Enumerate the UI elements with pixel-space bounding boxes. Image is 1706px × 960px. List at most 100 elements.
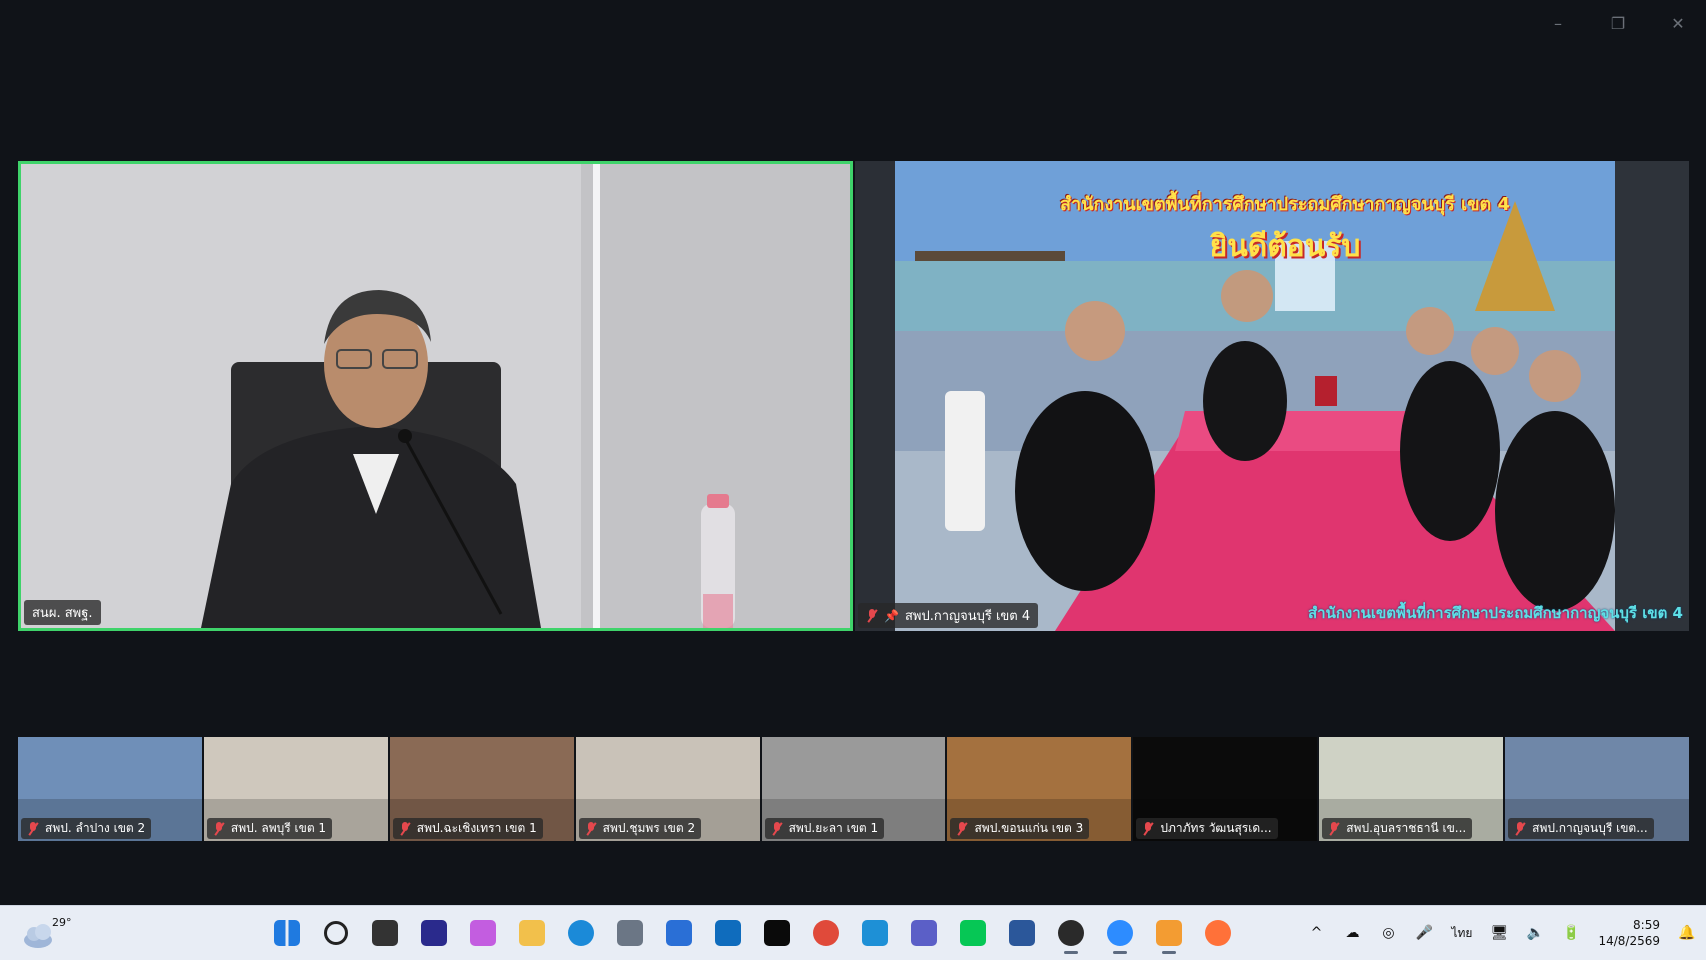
dropbox-glyph	[764, 920, 790, 946]
participant-name-tag: สพป.อุบลราชธานี เข...	[1322, 818, 1473, 839]
participant-name: สพป.กาญจนบุรี เขต...	[1532, 821, 1648, 835]
edge-glyph	[568, 920, 594, 946]
start-glyph	[274, 920, 300, 946]
notification-bell-icon[interactable]: 🔔	[1678, 924, 1696, 942]
pin-icon: 📌	[884, 608, 899, 623]
chevron-up-icon[interactable]: ^	[1307, 924, 1325, 942]
restore-button[interactable]: ❐	[1608, 14, 1628, 33]
participant-name-tag: สพป.ขอนแก่น เขต 3	[950, 818, 1090, 839]
video-tile-speaker[interactable]: สนผ. สพฐ.	[18, 161, 853, 631]
video-tile-room[interactable]: สำนักงานเขตพื้นที่การศึกษาประถมศึกษากาญจ…	[855, 161, 1689, 631]
line-icon[interactable]	[954, 914, 992, 952]
mic-muted-icon	[585, 821, 597, 836]
settings-glyph	[617, 920, 643, 946]
line-glyph	[960, 920, 986, 946]
window-controls: – ❐ ✕	[1548, 14, 1688, 33]
mic-muted-icon	[1514, 821, 1526, 836]
participant-name: สพป.ฉะเชิงเทรา เขต 1	[416, 821, 537, 835]
firefox-icon[interactable]	[1199, 914, 1237, 952]
chrome-glyph	[813, 920, 839, 946]
system-tray: ^ ☁ ◎ 🎤 ไทย 🖥 🔈 🔋 8:59 14/8/2569 🔔	[1307, 906, 1696, 960]
outlook-icon[interactable]	[709, 914, 747, 952]
task-view-glyph	[372, 920, 398, 946]
start-icon[interactable]	[268, 914, 306, 952]
network-error-icon[interactable]: ◎	[1379, 924, 1397, 942]
teams-glyph	[911, 920, 937, 946]
word-glyph	[1009, 920, 1035, 946]
participant-name-tag: สพป.ฉะเชิงเทรา เขต 1	[392, 818, 543, 839]
participant-thumbnail[interactable]: สพป.ฉะเชิงเทรา เขต 1	[389, 737, 574, 841]
participant-name-tag: สพป.ยะลา เขต 1	[764, 818, 885, 839]
participant-thumbnail[interactable]: ปภาภัทร วัฒนสุรเด...	[1133, 737, 1318, 841]
teams-icon[interactable]	[905, 914, 943, 952]
edge-icon[interactable]	[562, 914, 600, 952]
copilot-glyph	[470, 920, 496, 946]
task-view-icon[interactable]	[366, 914, 404, 952]
app-orange-glyph	[1156, 920, 1182, 946]
participant-thumbnail[interactable]: สพป. ลพบุรี เขต 1	[203, 737, 388, 841]
outlook-glyph	[715, 920, 741, 946]
file-explorer-icon[interactable]	[513, 914, 551, 952]
webex-glyph	[421, 920, 447, 946]
file-explorer-glyph	[519, 920, 545, 946]
participant-name-tag: สพป.ชุมพร เขต 2	[578, 818, 702, 839]
app-orange-icon[interactable]	[1150, 914, 1188, 954]
microphone-icon[interactable]: 🎤	[1415, 924, 1433, 942]
participant-name: สพป. ลพบุรี เขต 1	[230, 821, 327, 835]
banner-welcome: ยินดีต้อนรับ	[1209, 229, 1361, 264]
clock-app-icon[interactable]	[856, 914, 894, 952]
speaker-video-feed	[21, 164, 850, 628]
search-glyph	[324, 921, 348, 945]
clock[interactable]: 8:59 14/8/2569	[1598, 917, 1660, 949]
participant-name-tag: สพป. ลำปาง เขต 2	[21, 818, 152, 839]
weather-widget[interactable]: 29°	[20, 912, 72, 952]
taskbar: 29° ^ ☁ ◎ 🎤 ไทย 🖥 🔈 🔋 8:59 14/8/2569 🔔	[0, 905, 1706, 960]
mic-muted-icon	[771, 821, 783, 836]
zoom-icon[interactable]	[1101, 914, 1139, 954]
battery-icon[interactable]: 🔋	[1562, 924, 1580, 942]
store-icon[interactable]	[660, 914, 698, 952]
participant-thumbnail[interactable]: สพป.ชุมพร เขต 2	[575, 737, 760, 841]
search-icon[interactable]	[317, 914, 355, 952]
firefox-glyph	[1205, 920, 1231, 946]
participant-name-tag: 📌 สพป.กาญจนบุรี เขต 4	[858, 603, 1039, 628]
mic-muted-icon	[27, 821, 39, 836]
participant-name-tag: สนผ. สพฐ.	[24, 600, 101, 625]
minimize-button[interactable]: –	[1548, 14, 1568, 33]
participant-name: สพป.ยะลา เขต 1	[788, 821, 879, 835]
language-indicator[interactable]: ไทย	[1451, 924, 1472, 943]
clock-date: 14/8/2569	[1598, 934, 1660, 948]
onedrive-error-icon[interactable]: ☁	[1343, 924, 1361, 942]
mic-muted-icon	[213, 821, 225, 836]
mic-muted-icon	[1142, 821, 1154, 836]
clock-app-glyph	[862, 920, 888, 946]
volume-icon[interactable]: 🔈	[1526, 924, 1544, 942]
participant-name: สพป.อุบลราชธานี เข...	[1346, 821, 1467, 835]
mic-muted-icon	[956, 821, 968, 836]
participant-thumbnail[interactable]: สพป.ขอนแก่น เขต 3	[947, 737, 1132, 841]
banner-caption: สำนักงานเขตพื้นที่การศึกษาประถมศึกษากาญจ…	[1308, 604, 1683, 622]
participant-name: สนผ. สพฐ.	[32, 606, 93, 621]
mic-muted-icon	[1328, 821, 1340, 836]
participant-name: สพป.ชุมพร เขต 2	[602, 821, 696, 835]
network-icon[interactable]: 🖥	[1490, 924, 1509, 942]
dropbox-icon[interactable]	[758, 914, 796, 952]
settings-icon[interactable]	[611, 914, 649, 952]
copilot-icon[interactable]	[464, 914, 502, 952]
obs-icon[interactable]	[1052, 914, 1090, 954]
mic-muted-icon	[399, 821, 411, 836]
participant-thumbnail[interactable]: สพป.อุบลราชธานี เข...	[1319, 737, 1504, 841]
word-icon[interactable]	[1003, 914, 1041, 952]
close-button[interactable]: ✕	[1668, 14, 1688, 33]
participant-thumbnail[interactable]: สพป.กาญจนบุรี เขต...	[1505, 737, 1690, 841]
webex-icon[interactable]	[415, 914, 453, 952]
participant-strip: สพป. ลำปาง เขต 2 สพป. ลพบุรี เขต 1 สพป.ฉะเ…	[18, 737, 1690, 841]
chrome-icon[interactable]	[807, 914, 845, 952]
participant-name: ปภาภัทร วัฒนสุรเด...	[1160, 821, 1272, 835]
weather-temperature: 29°	[52, 916, 72, 929]
zoom-glyph	[1107, 920, 1133, 946]
participant-thumbnail[interactable]: สพป.ยะลา เขต 1	[761, 737, 946, 841]
store-glyph	[666, 920, 692, 946]
participant-name-tag: สพป.กาญจนบุรี เขต...	[1508, 818, 1654, 839]
participant-thumbnail[interactable]: สพป. ลำปาง เขต 2	[18, 737, 202, 841]
